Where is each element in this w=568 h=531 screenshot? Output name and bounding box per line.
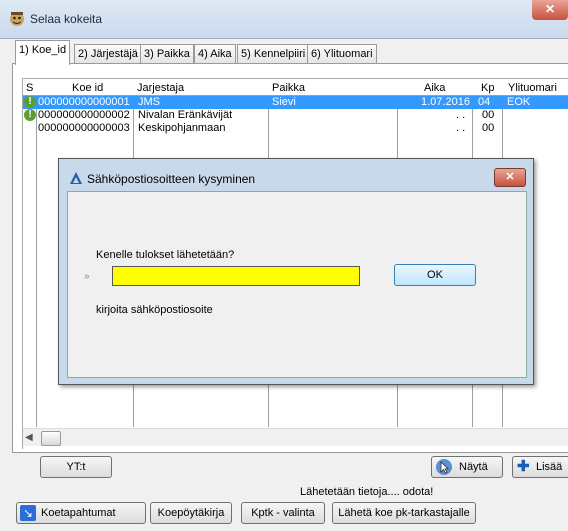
scroll-left-icon[interactable]: ◀: [25, 432, 33, 443]
ok-button[interactable]: OK: [394, 264, 476, 286]
nayta-label: Näytä: [459, 461, 488, 473]
dialog-close-button[interactable]: ✕: [494, 168, 526, 187]
status-text: Lähetetään tietoja.... odota!: [300, 486, 434, 498]
cell-jarjestaja: JMS: [138, 96, 160, 108]
column-header-s[interactable]: S: [26, 81, 33, 95]
window-close-button[interactable]: ✕: [532, 0, 568, 20]
warning-icon: !: [24, 96, 36, 108]
cell-koe-id: 000000000000001: [38, 96, 130, 108]
koepoytakirja-button[interactable]: Koepöytäkirja: [150, 502, 232, 524]
table-row[interactable]: 000000000000003 Keskipohjanmaan . . 00: [23, 122, 568, 135]
cell-paikka: Sievi: [272, 96, 296, 108]
app-triangle-icon: [70, 172, 82, 184]
column-divider: [36, 95, 37, 427]
cell-kp: 00: [482, 109, 495, 121]
horizontal-scrollbar[interactable]: ◀: [23, 428, 568, 446]
tab-aika[interactable]: 4) Aika: [194, 44, 236, 64]
lisaa-label: Lisää: [536, 461, 563, 473]
dialog-question: Kenelle tulokset lähetetään?: [96, 249, 235, 261]
app-icon: [10, 12, 24, 26]
kptk-valinta-button[interactable]: Kptk - valinta: [241, 502, 325, 524]
laheta-koe-button[interactable]: Lähetä koe pk-tarkastajalle: [332, 502, 476, 524]
tab-ylituomari[interactable]: 6) Ylituomari: [307, 44, 377, 64]
column-header-jarjestaja[interactable]: Jarjestaja: [137, 81, 184, 95]
cell-jarjestaja: Keskipohjanmaan: [138, 122, 226, 134]
column-header-koe-id[interactable]: Koe id: [72, 81, 103, 95]
cell-aika: . .: [456, 122, 466, 134]
column-header-paikka[interactable]: Paikka: [272, 81, 305, 95]
koetapahtumat-button[interactable]: ↘ Koetapahtumat: [16, 502, 146, 524]
lisaa-button[interactable]: ✚ Lisää: [512, 456, 568, 478]
yt-button[interactable]: YT:t: [40, 456, 112, 478]
warning-icon: !: [24, 109, 36, 121]
cursor-icon: [436, 459, 452, 475]
cell-jarjestaja: Nivalan Eränkävijät: [138, 109, 233, 121]
tab-jarjestaja[interactable]: 2) Järjestäjä: [74, 44, 142, 64]
window-title: Selaa kokeita: [30, 12, 103, 26]
email-dialog: Sähköpostiosoitteen kysyminen ✕ Kenelle …: [58, 158, 534, 385]
table-row[interactable]: ! 000000000000001 JMS Sievi 1.07.2016 04…: [23, 96, 568, 109]
table-row[interactable]: ! 000000000000002 Nivalan Eränkävijät . …: [23, 109, 568, 122]
email-input[interactable]: [112, 266, 360, 286]
cell-koe-id: 000000000000002: [38, 109, 130, 121]
tab-paikka[interactable]: 3) Paikka: [140, 44, 194, 64]
column-header-kp[interactable]: Kp: [481, 81, 494, 95]
title-bar: Selaa kokeita ✕: [0, 0, 568, 39]
column-header-aika[interactable]: Aika: [424, 81, 445, 95]
nayta-button[interactable]: Näytä: [431, 456, 503, 478]
dialog-title: Sähköpostiosoitteen kysyminen: [87, 172, 256, 186]
scroll-thumb[interactable]: [41, 431, 61, 446]
cell-koe-id: 000000000000003: [38, 122, 130, 134]
arrow-down-right-icon: ↘: [20, 505, 36, 521]
input-marker-icon: »: [84, 271, 90, 282]
cell-kp: 00: [482, 122, 495, 134]
tab-koe-id[interactable]: 1) Koe_id: [15, 40, 71, 65]
column-header-ylituomari[interactable]: Ylituomari: [508, 81, 557, 95]
cell-kp: 04: [478, 96, 491, 108]
cell-aika: . .: [456, 109, 466, 121]
koetapahtumat-label: Koetapahtumat: [41, 507, 116, 519]
dialog-hint: kirjoita sähköpostiosoite: [96, 304, 213, 316]
tab-kennelpiiri[interactable]: 5) Kennelpiiri: [237, 44, 310, 64]
cell-ylituomari: EOK: [507, 96, 531, 108]
cell-aika: 1.07.2016: [421, 96, 470, 108]
plus-icon: ✚: [517, 458, 530, 475]
dialog-body: Kenelle tulokset lähetetään? » OK kirjoi…: [67, 191, 527, 378]
